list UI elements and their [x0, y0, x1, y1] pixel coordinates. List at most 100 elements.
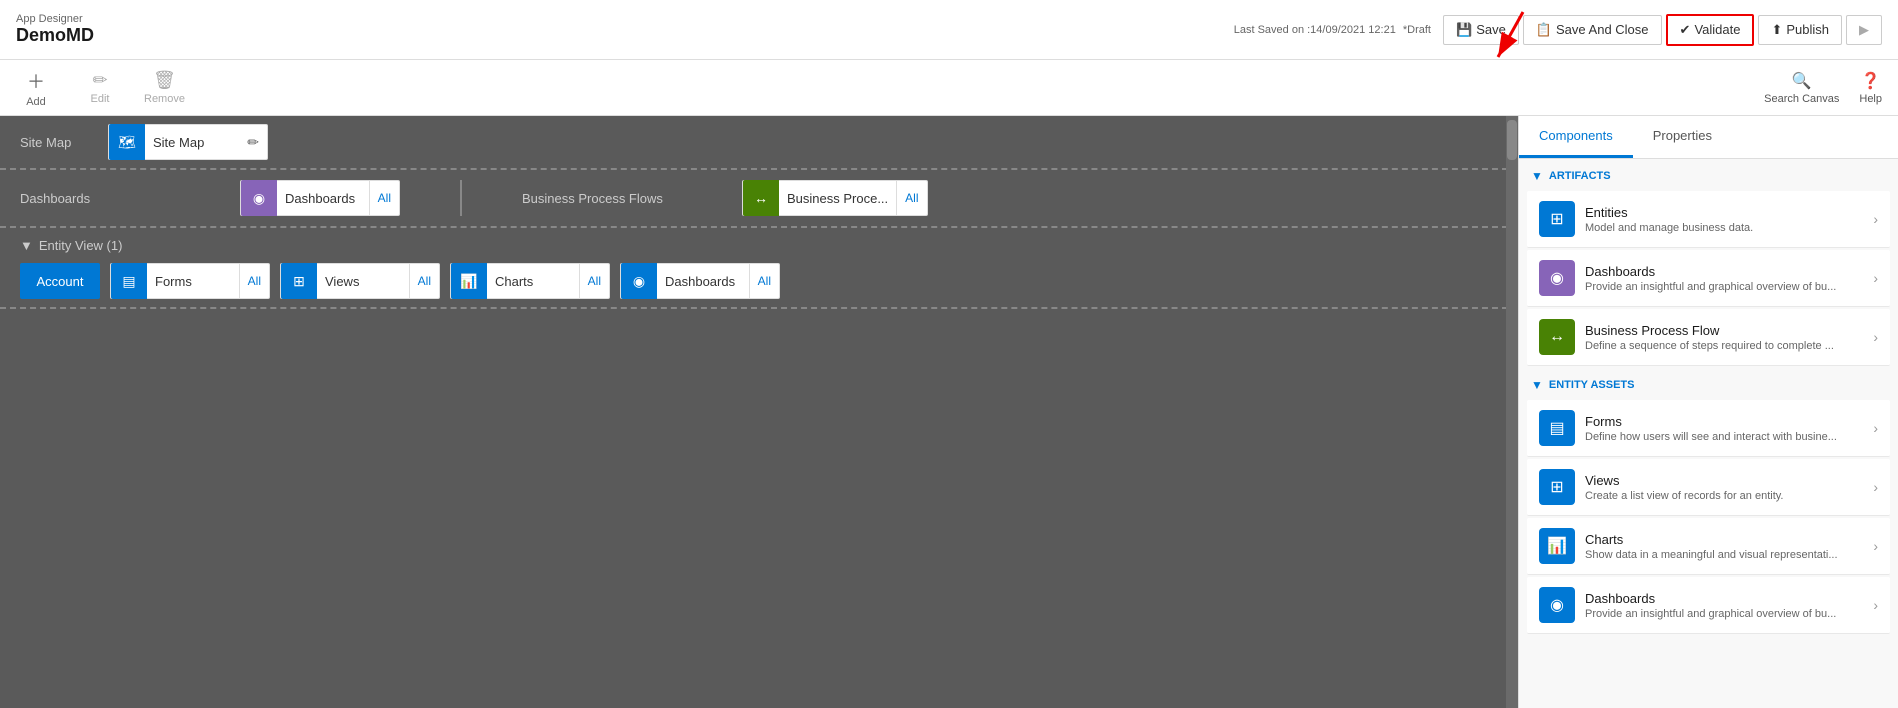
panel-dashboards-desc: Provide an insightful and graphical over… — [1585, 281, 1873, 293]
save-close-icon: 📋 — [1536, 22, 1552, 38]
entity-assets-toggle-icon[interactable]: ▼ — [1531, 378, 1543, 392]
forms-all-btn[interactable]: All — [239, 264, 269, 298]
panel-forms-icon: ▤ — [1539, 410, 1575, 446]
panel-item-dashboards[interactable]: ◉ Dashboards Provide an insightful and g… — [1527, 250, 1890, 307]
add-icon: ＋ — [27, 68, 45, 94]
forms-icon: ▤ — [111, 263, 147, 299]
publish-icon: ⬆ — [1771, 22, 1782, 38]
panel-item-charts[interactable]: 📊 Charts Show data in a meaningful and v… — [1527, 518, 1890, 575]
entity-dashboards-comp-label: Dashboards — [657, 274, 749, 289]
main-container: Site Map 🗺 Site Map ✏ Dashboards ◉ Dashb… — [0, 116, 1898, 708]
bpf-component-box[interactable]: ↔ Business Proce... All — [742, 180, 928, 216]
entity-toggle-icon[interactable]: ▼ — [20, 238, 33, 253]
publish-button[interactable]: ⬆ Publish — [1758, 15, 1842, 45]
bpf-icon: ↔ — [743, 180, 779, 216]
panel-item-forms[interactable]: ▤ Forms Define how users will see and in… — [1527, 400, 1890, 457]
entity-dashboards-all-btn[interactable]: All — [749, 264, 779, 298]
panel-bpf-content: Business Process Flow Define a sequence … — [1585, 323, 1873, 352]
panel-item-entity-dashboards[interactable]: ◉ Dashboards Provide an insightful and g… — [1527, 577, 1890, 634]
entity-dashboards-component-box[interactable]: ◉ Dashboards All — [620, 263, 780, 299]
tab-properties[interactable]: Properties — [1633, 116, 1732, 158]
entity-section-name: Entity View (1) — [39, 238, 123, 253]
panel-entity-dashboards-title: Dashboards — [1585, 591, 1873, 606]
play-button[interactable]: ▶ — [1846, 15, 1882, 45]
panel-item-views[interactable]: ⊞ Views Create a list view of records fo… — [1527, 459, 1890, 516]
save-info: Last Saved on :14/09/2021 12:21 *Draft — [1234, 24, 1431, 36]
play-icon: ▶ — [1859, 22, 1869, 38]
entity-row: Account ▤ Forms All ⊞ Views All 📊 Charts… — [20, 263, 1498, 299]
panel-item-bpf[interactable]: ↔ Business Process Flow Define a sequenc… — [1527, 309, 1890, 366]
entities-content: Entities Model and manage business data. — [1585, 205, 1873, 234]
entities-desc: Model and manage business data. — [1585, 222, 1873, 234]
views-comp-label: Views — [317, 274, 409, 289]
panel-bpf-chevron-icon: › — [1873, 329, 1878, 345]
panel-forms-title: Forms — [1585, 414, 1873, 429]
bpf-all-btn[interactable]: All — [896, 181, 926, 215]
dashboards-component-box[interactable]: ◉ Dashboards All — [240, 180, 400, 216]
panel-charts-content: Charts Show data in a meaningful and vis… — [1585, 532, 1873, 561]
panel-item-entities[interactable]: ⊞ Entities Model and manage business dat… — [1527, 191, 1890, 248]
panel-bpf-icon: ↔ — [1539, 319, 1575, 355]
panel-charts-desc: Show data in a meaningful and visual rep… — [1585, 549, 1873, 561]
panel-dashboards-content: Dashboards Provide an insightful and gra… — [1585, 264, 1873, 293]
scroll-thumb[interactable] — [1507, 120, 1517, 160]
validate-button[interactable]: ✔ Validate — [1666, 14, 1755, 46]
panel-views-chevron-icon: › — [1873, 479, 1878, 495]
sitemap-icon: 🗺 — [109, 124, 145, 160]
panel-dashboards-icon: ◉ — [1539, 260, 1575, 296]
panel-views-content: Views Create a list view of records for … — [1585, 473, 1873, 502]
app-name: DemoMD — [16, 25, 94, 46]
entity-assets-label: ENTITY ASSETS — [1549, 379, 1635, 391]
sitemap-comp-label: Site Map — [145, 135, 239, 150]
save-button[interactable]: 💾 Save — [1443, 15, 1519, 45]
edit-toolbar-item[interactable]: ✏ Edit — [80, 70, 120, 105]
entities-chevron-icon: › — [1873, 211, 1878, 227]
charts-all-btn[interactable]: All — [579, 264, 609, 298]
dashboards-icon: ◉ — [241, 180, 277, 216]
save-close-button[interactable]: 📋 Save And Close — [1523, 15, 1662, 45]
sitemap-edit-icon[interactable]: ✏ — [239, 134, 267, 151]
panel-charts-icon: 📊 — [1539, 528, 1575, 564]
dashboards-bpf-row: Dashboards ◉ Dashboards All Business Pro… — [0, 170, 1518, 228]
dashboards-comp-label: Dashboards — [277, 191, 369, 206]
entity-dashboards-icon: ◉ — [621, 263, 657, 299]
remove-icon: 🗑 — [153, 70, 176, 91]
search-icon: 🔍 — [1792, 71, 1812, 91]
artifacts-toggle-icon[interactable]: ▼ — [1531, 169, 1543, 183]
edit-icon: ✏ — [92, 70, 107, 91]
panel-forms-content: Forms Define how users will see and inte… — [1585, 414, 1873, 443]
canvas-scrollbar[interactable] — [1506, 116, 1518, 708]
views-all-btn[interactable]: All — [409, 264, 439, 298]
charts-comp-label: Charts — [487, 274, 579, 289]
dashboards-section-label: Dashboards — [20, 191, 180, 206]
forms-component-box[interactable]: ▤ Forms All — [110, 263, 270, 299]
top-header: App Designer DemoMD Last Saved on :14/09… — [0, 0, 1898, 60]
panel-dashboards-chevron-icon: › — [1873, 270, 1878, 286]
tab-components[interactable]: Components — [1519, 116, 1633, 158]
panel-entity-dashboards-chevron-icon: › — [1873, 597, 1878, 613]
panel-charts-chevron-icon: › — [1873, 538, 1878, 554]
help-item[interactable]: ❓ Help — [1859, 71, 1882, 105]
account-label-box[interactable]: Account — [20, 263, 100, 299]
charts-icon: 📊 — [451, 263, 487, 299]
app-designer-label: App Designer — [16, 13, 94, 25]
remove-toolbar-item[interactable]: 🗑 Remove — [144, 70, 185, 105]
panel-views-icon: ⊞ — [1539, 469, 1575, 505]
save-icon: 💾 — [1456, 22, 1472, 38]
sitemap-row: Site Map 🗺 Site Map ✏ — [0, 116, 1518, 170]
entity-assets-section-header: ▼ ENTITY ASSETS — [1519, 368, 1898, 398]
sitemap-component-box[interactable]: 🗺 Site Map ✏ — [108, 124, 268, 160]
dashboards-all-btn[interactable]: All — [369, 181, 399, 215]
entity-section-header: ▼ Entity View (1) — [20, 238, 1498, 253]
charts-component-box[interactable]: 📊 Charts All — [450, 263, 610, 299]
right-panel: Components Properties ▼ ARTIFACTS ⊞ Enti… — [1518, 116, 1898, 708]
search-canvas-item[interactable]: 🔍 Search Canvas — [1764, 71, 1839, 105]
add-toolbar-item[interactable]: ＋ Add — [16, 68, 56, 108]
panel-entity-dashboards-desc: Provide an insightful and graphical over… — [1585, 608, 1873, 620]
forms-comp-label: Forms — [147, 274, 239, 289]
panel-bpf-desc: Define a sequence of steps required to c… — [1585, 340, 1873, 352]
entities-icon: ⊞ — [1539, 201, 1575, 237]
panel-views-desc: Create a list view of records for an ent… — [1585, 490, 1873, 502]
panel-entity-dashboards-icon: ◉ — [1539, 587, 1575, 623]
views-component-box[interactable]: ⊞ Views All — [280, 263, 440, 299]
